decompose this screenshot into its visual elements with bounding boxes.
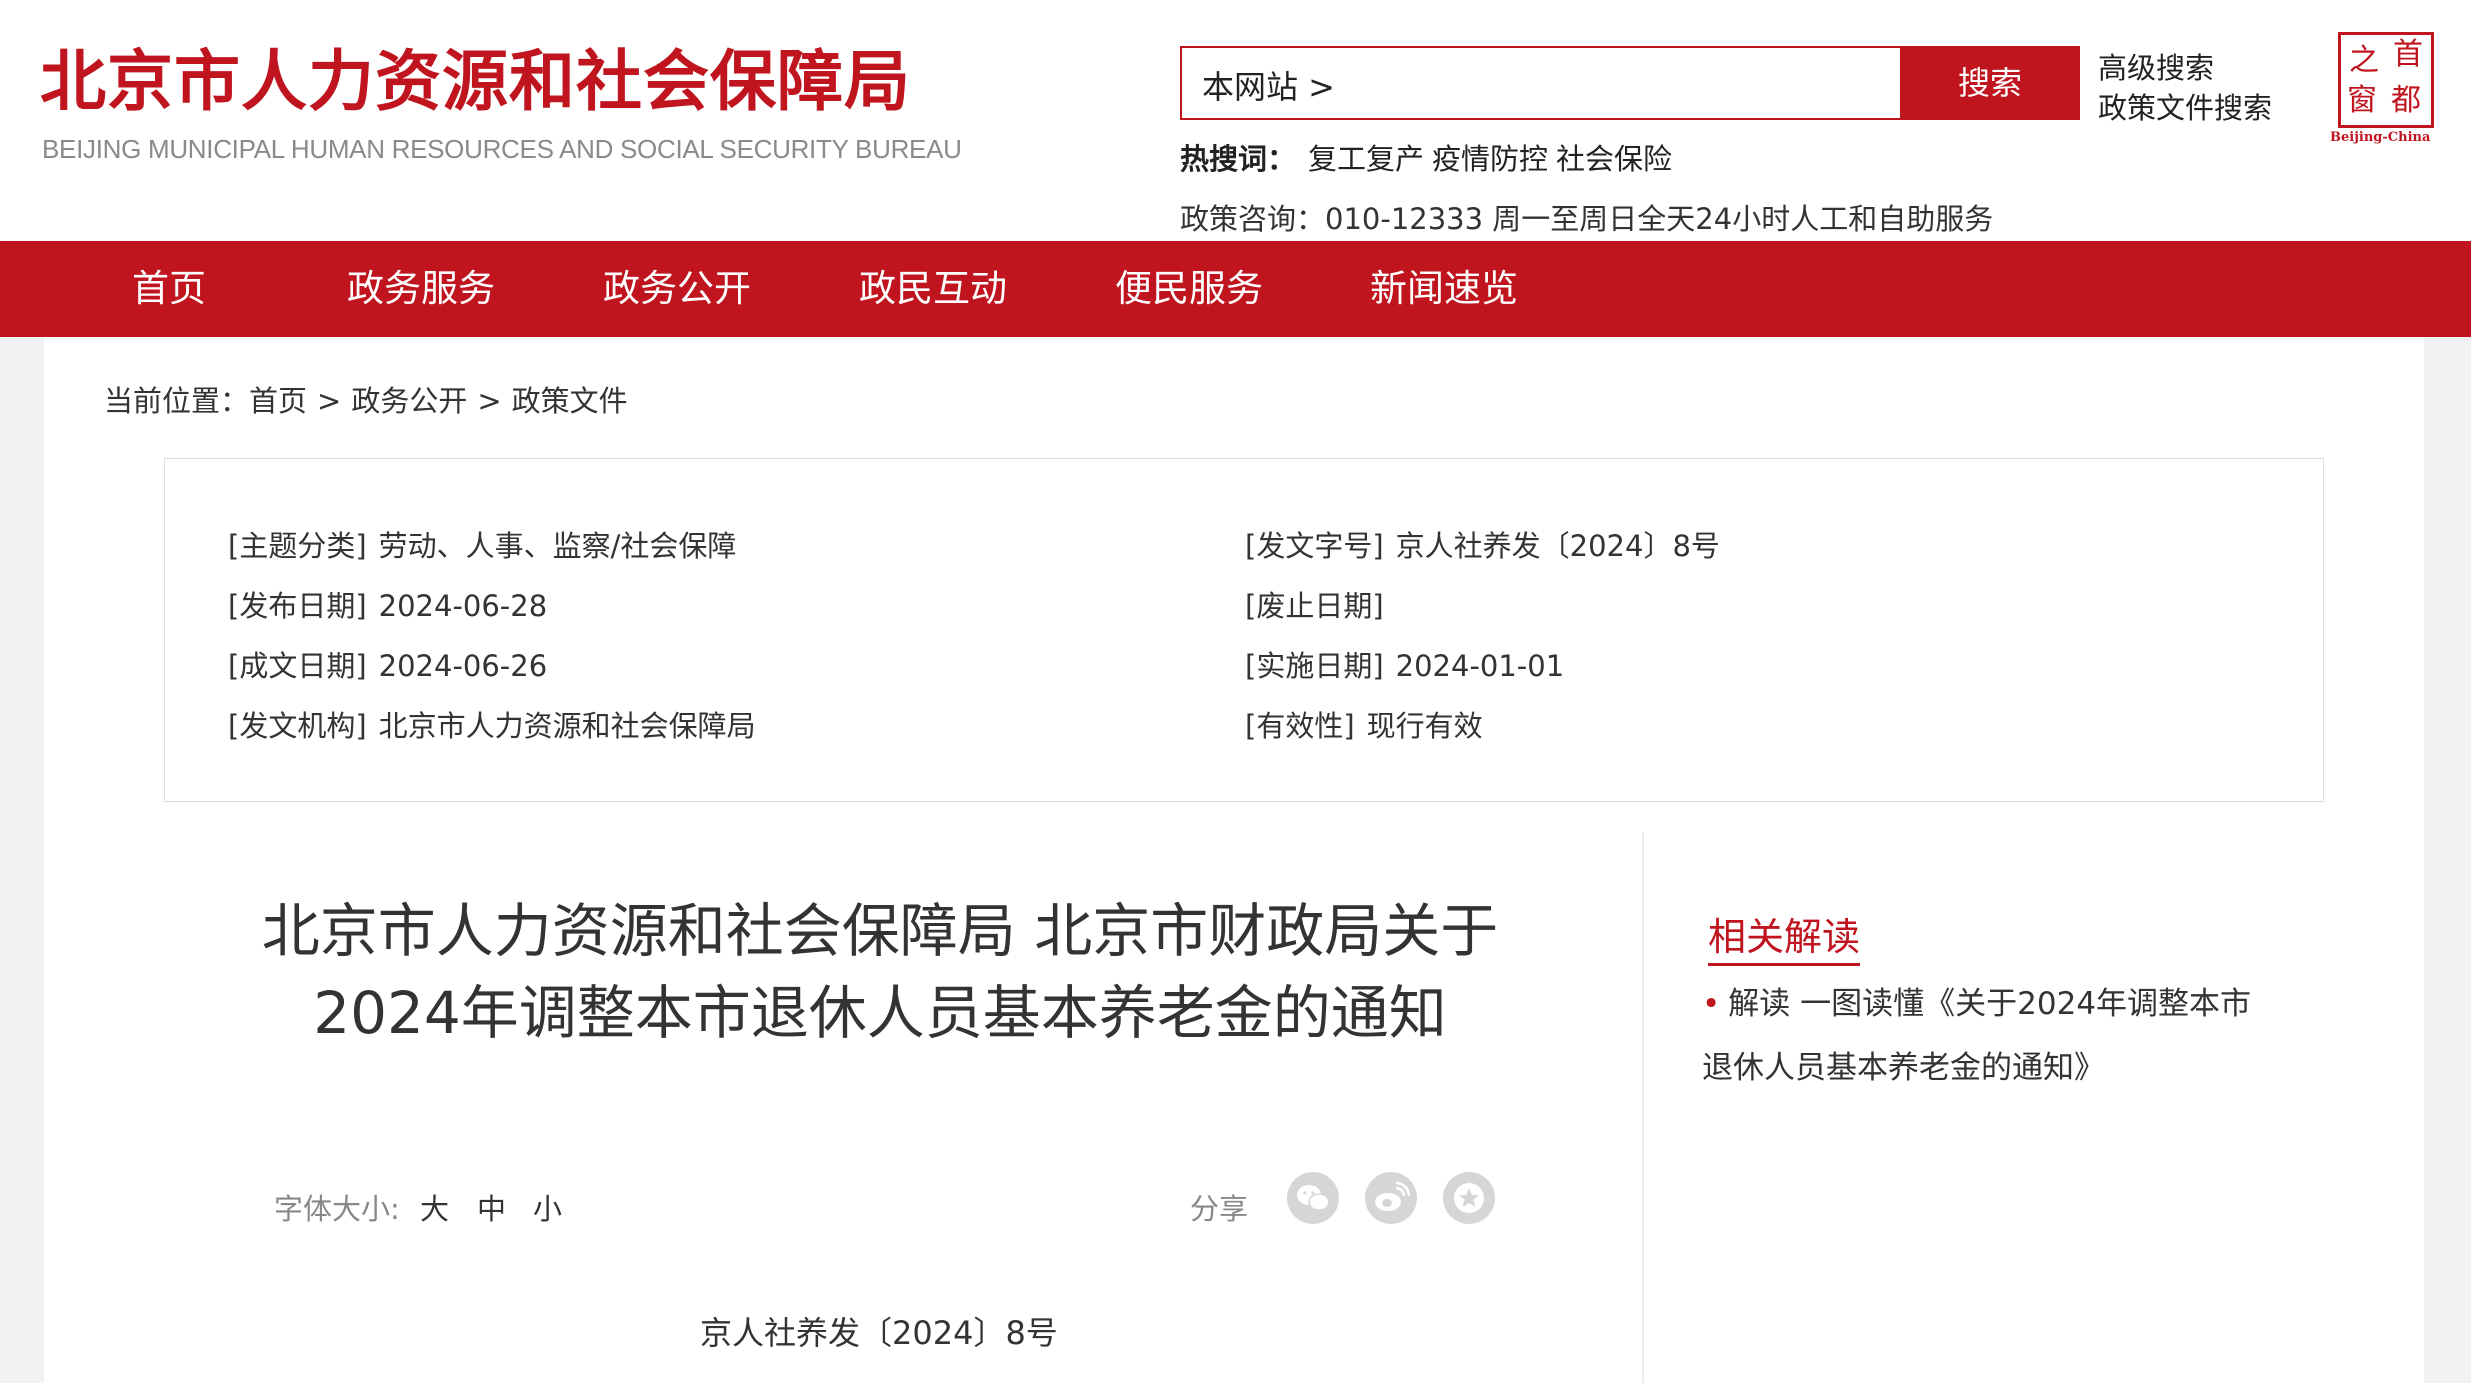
meta-written-date: [成文日期] 2024-06-26 <box>228 643 547 685</box>
favorite-icon[interactable] <box>1443 1172 1495 1224</box>
meta-key: [有效性] <box>1245 709 1355 743</box>
wechat-icon[interactable] <box>1287 1172 1339 1224</box>
policy-consult-hotline: 政策咨询：010-12333 周一至周日全天24小时人工和自助服务 <box>1180 202 1994 236</box>
meta-value: 北京市人力资源和社会保障局 <box>378 709 756 743</box>
policy-search-link[interactable]: 政策文件搜索 <box>2098 88 2272 128</box>
font-size-medium-button[interactable]: 中 <box>477 1186 506 1228</box>
meta-issuing-org: [发文机构] 北京市人力资源和社会保障局 <box>228 703 756 745</box>
seal-char: 首 <box>2393 37 2423 72</box>
meta-key: [发文机构] <box>228 709 367 743</box>
breadcrumb: 当前位置：首页 > 政务公开 > 政策文件 <box>104 378 628 420</box>
nav-item-news[interactable]: 新闻速览 <box>1370 241 1518 337</box>
search-button[interactable]: 搜索 <box>1900 46 2080 120</box>
nav-item-gov-disclosure[interactable]: 政务公开 <box>603 241 751 337</box>
breadcrumb-separator: > <box>317 384 342 418</box>
font-size-large-button[interactable]: 大 <box>420 1186 449 1228</box>
breadcrumb-item[interactable]: 政务公开 <box>351 384 467 418</box>
hot-search-words: 热搜词： 复工复产 疫情防控 社会保险 <box>1180 136 1672 178</box>
search-links: 高级搜索 政策文件搜索 <box>2098 48 2272 128</box>
hot-word-link[interactable]: 复工复产 <box>1308 142 1424 176</box>
meta-value: 京人社养发〔2024〕8号 <box>1395 529 1720 563</box>
site-logo-title[interactable]: 北京市人力资源和社会保障局 <box>40 42 911 122</box>
main-nav: 首页 政务服务 政务公开 政民互动 便民服务 新闻速览 <box>0 241 2471 337</box>
article-title: 北京市人力资源和社会保障局 北京市财政局关于 2024年调整本市退休人员基本养老… <box>180 890 1580 1054</box>
bullet-icon: • <box>1702 986 1721 1022</box>
search-scope-selector[interactable]: 本网站 > <box>1202 62 1335 108</box>
column-divider <box>1642 832 1644 1383</box>
meta-key: [发文字号] <box>1245 529 1384 563</box>
article-doc-number: 京人社养发〔2024〕8号 <box>700 1314 1058 1352</box>
share-label: 分享 <box>1190 1192 1249 1226</box>
advanced-search-link[interactable]: 高级搜索 <box>2098 48 2272 88</box>
article-title-line: 北京市人力资源和社会保障局 北京市财政局关于 <box>261 897 1499 965</box>
site-header: 北京市人力资源和社会保障局 BEIJING MUNICIPAL HUMAN RE… <box>0 0 2471 241</box>
meta-value: 2024-01-01 <box>1395 649 1565 683</box>
meta-abolish-date: [废止日期] <box>1245 583 1396 625</box>
capital-window-logo[interactable]: 之 首 窗 都 <box>2338 32 2434 128</box>
breadcrumb-item[interactable]: 政策文件 <box>512 384 628 418</box>
font-size-label: 字体大小: <box>274 1192 400 1226</box>
meta-publish-date: [发布日期] 2024-06-28 <box>228 583 547 625</box>
seal-char: 之 <box>2349 43 2379 78</box>
nav-item-citizen-services[interactable]: 便民服务 <box>1115 241 1263 337</box>
breadcrumb-item[interactable]: 首页 <box>249 384 307 418</box>
meta-key: [实施日期] <box>1245 649 1384 683</box>
weibo-icon[interactable] <box>1365 1172 1417 1224</box>
meta-key: [发布日期] <box>228 589 367 623</box>
meta-effective-date: [实施日期] 2024-01-01 <box>1245 643 1564 685</box>
hot-word-link[interactable]: 社会保险 <box>1556 142 1672 176</box>
meta-topic: [主题分类] 劳动、人事、监察/社会保障 <box>228 523 736 565</box>
meta-validity: [有效性] 现行有效 <box>1245 703 1483 745</box>
nav-item-interaction[interactable]: 政民互动 <box>859 241 1007 337</box>
meta-key: [主题分类] <box>228 529 367 563</box>
seal-char: 窗 <box>2347 83 2377 118</box>
related-reading-prefix: 解读 <box>1728 986 1791 1022</box>
hot-search-label: 热搜词： <box>1180 142 1297 176</box>
article-title-line: 2024年调整本市退休人员基本养老金的通知 <box>313 979 1447 1047</box>
breadcrumb-label: 当前位置： <box>104 384 250 418</box>
meta-value: 现行有效 <box>1366 709 1483 743</box>
meta-doc-number: [发文字号] 京人社养发〔2024〕8号 <box>1245 523 1720 565</box>
meta-key: [成文日期] <box>228 649 367 683</box>
meta-value: 劳动、人事、监察/社会保障 <box>378 529 737 563</box>
meta-value: 2024-06-26 <box>378 649 548 683</box>
font-size-small-button[interactable]: 小 <box>533 1186 562 1228</box>
meta-value: 2024-06-28 <box>378 589 548 623</box>
hot-word-link[interactable]: 疫情防控 <box>1432 142 1548 176</box>
site-logo-subtitle: BEIJING MUNICIPAL HUMAN RESOURCES AND SO… <box>42 134 962 164</box>
nav-item-home[interactable]: 首页 <box>132 241 206 337</box>
meta-key: [废止日期] <box>1245 589 1384 623</box>
related-readings-title: 相关解读 <box>1708 906 1861 966</box>
nav-item-gov-services[interactable]: 政务服务 <box>347 241 495 337</box>
seal-subtitle: Beijing-China <box>2330 130 2431 145</box>
search-input[interactable]: 本网站 > <box>1180 46 1900 120</box>
document-info-box <box>164 458 2324 802</box>
seal-char: 都 <box>2391 83 2421 118</box>
related-reading-link[interactable]: • 解读 一图读懂《关于2024年调整本市退休人员基本养老金的通知》 <box>1702 972 2262 1100</box>
breadcrumb-separator: > <box>477 384 502 418</box>
